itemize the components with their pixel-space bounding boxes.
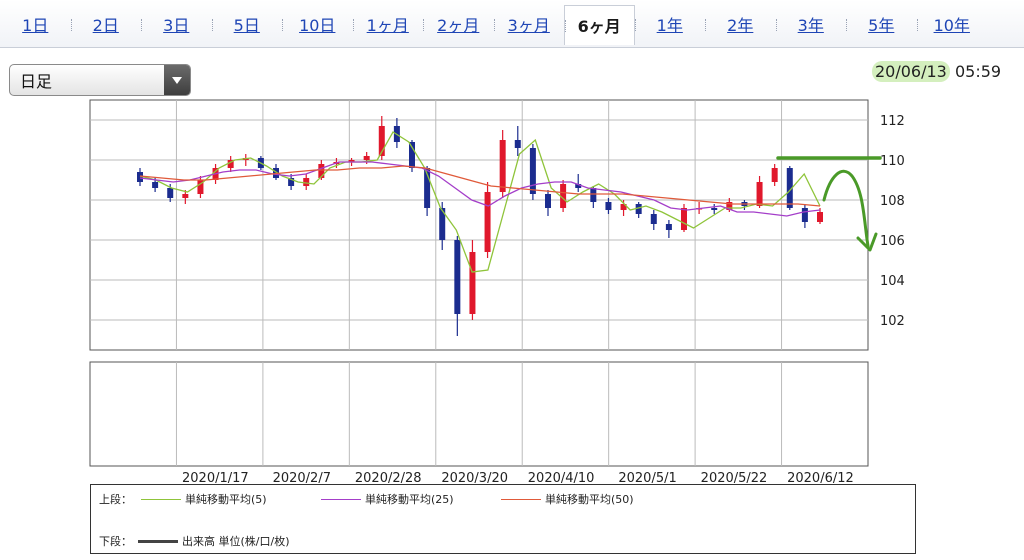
- candle-body: [801, 208, 808, 222]
- candle-body: [484, 192, 491, 252]
- y-tick-label: 104: [880, 274, 905, 289]
- candle-body: [756, 182, 763, 206]
- candle-body: [499, 140, 506, 192]
- candle-body: [152, 182, 159, 188]
- x-tick-label: 2020/2/7: [273, 471, 331, 484]
- candle-body: [167, 188, 174, 198]
- legend-lower-label: 下段：: [99, 535, 132, 548]
- candle-body: [665, 224, 672, 230]
- x-tick-label: 2020/5/1: [618, 471, 676, 484]
- candle-body: [711, 208, 718, 210]
- legend-swatch-ma25: [321, 498, 361, 500]
- y-tick-label: 108: [880, 194, 905, 209]
- legend-label-ma50: 単純移動平均(50): [545, 493, 634, 506]
- candle-body: [529, 148, 536, 194]
- legend-item-ma50: 単純移動平均(50): [501, 491, 634, 507]
- x-tick-label: 2020/3/20: [441, 471, 508, 484]
- legend-swatch-ma50: [501, 498, 541, 500]
- legend-swatch-ma5: [141, 498, 181, 500]
- legend-label-ma5: 単純移動平均(5): [185, 493, 267, 506]
- price-panel-frame: [89, 99, 869, 351]
- candle-body: [303, 178, 310, 186]
- legend-item-ma25: 単純移動平均(25): [321, 491, 454, 507]
- y-tick-label: 106: [880, 234, 905, 249]
- candle-body: [605, 202, 612, 210]
- legend-swatch-volume: [138, 539, 178, 543]
- x-tick-label: 2020/2/28: [355, 471, 422, 484]
- candle-body: [817, 212, 823, 222]
- candle-body: [771, 168, 778, 182]
- candle-body: [650, 214, 657, 224]
- x-tick-label: 2020/4/10: [528, 471, 595, 484]
- chart-legend: 上段： 単純移動平均(5) 単純移動平均(25) 単純移動平均(50) 下段： …: [90, 484, 916, 554]
- legend-upper-label: 上段：: [99, 493, 132, 506]
- candle-body: [409, 142, 415, 168]
- legend-lower-row: 下段： 出来高 単位(株/口/枚): [99, 533, 290, 549]
- candle-body: [545, 194, 551, 208]
- candle-body: [182, 194, 189, 198]
- candle-body: [363, 156, 370, 160]
- candle-body: [514, 140, 521, 148]
- y-tick-label: 112: [880, 114, 905, 129]
- candle-body: [590, 188, 597, 202]
- y-tick-label: 102: [880, 314, 905, 329]
- legend-upper-row: 上段：: [99, 491, 132, 507]
- x-tick-label: 2020/5/22: [701, 471, 768, 484]
- legend-label-ma25: 単純移動平均(25): [365, 493, 454, 506]
- candle-body: [454, 240, 461, 314]
- price-chart: 102 104 106 108 110 112 2020/1/17 2020/2/7 2020/…: [89, 99, 905, 484]
- x-tick-label: 2020/6/12: [787, 471, 854, 484]
- volume-panel-frame: [89, 361, 869, 467]
- legend-item-ma5: 単純移動平均(5): [141, 491, 267, 507]
- x-tick-label: 2020/1/17: [182, 471, 249, 484]
- candle-body: [681, 208, 687, 230]
- legend-label-volume: 出来高 単位(株/口/枚): [182, 535, 290, 548]
- candle-body: [469, 252, 476, 314]
- y-tick-label: 110: [880, 154, 905, 169]
